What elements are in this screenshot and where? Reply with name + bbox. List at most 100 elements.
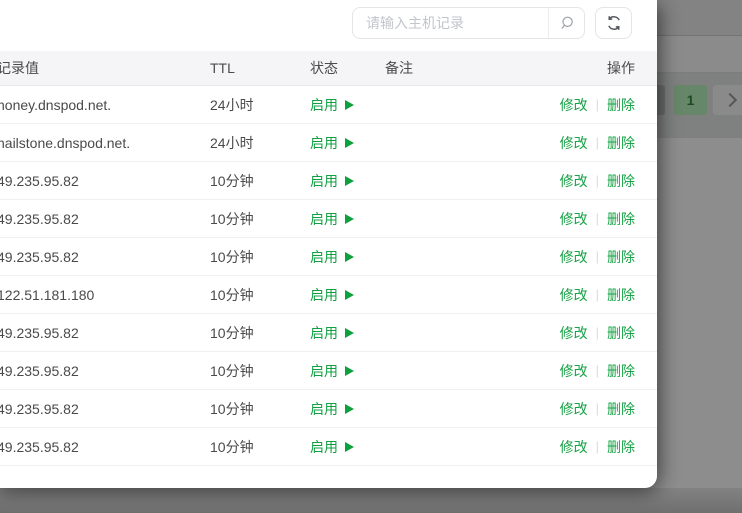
modify-link[interactable]: 修改 bbox=[560, 437, 588, 457]
column-header-ttl: TTL bbox=[210, 60, 235, 76]
actions-cell: 修改 | 删除 bbox=[517, 171, 657, 191]
status-cell[interactable]: 启用 bbox=[310, 361, 385, 381]
table-header-row: 记录值 TTL 状态 备注 操作 bbox=[0, 51, 657, 86]
enabled-play-icon bbox=[345, 327, 354, 338]
actions-cell: 修改 | 删除 bbox=[517, 323, 657, 343]
status-enabled-label: 启用 bbox=[310, 438, 338, 455]
table-row: hailstone.dnspod.net. 24小时 启用 修改 | 删除 bbox=[0, 124, 657, 162]
column-header-actions: 操作 bbox=[607, 60, 635, 76]
column-header-status: 状态 bbox=[310, 60, 338, 76]
table-row: 49.235.95.82 10分钟 启用 修改 | 删除 bbox=[0, 238, 657, 276]
modify-link[interactable]: 修改 bbox=[560, 171, 588, 191]
actions-cell: 修改 | 删除 bbox=[517, 247, 657, 267]
search-input[interactable] bbox=[353, 8, 548, 38]
record-value-cell: 49.235.95.82 bbox=[0, 210, 79, 227]
action-separator: | bbox=[595, 287, 599, 302]
delete-link[interactable]: 删除 bbox=[607, 95, 635, 115]
chevron-right-icon bbox=[722, 92, 737, 108]
refresh-icon bbox=[607, 16, 620, 30]
background-band bbox=[0, 488, 742, 513]
modify-link[interactable]: 修改 bbox=[560, 361, 588, 381]
actions-cell: 修改 | 删除 bbox=[517, 209, 657, 229]
status-cell[interactable]: 启用 bbox=[310, 133, 385, 153]
records-toolbar bbox=[0, 0, 657, 51]
search-button[interactable] bbox=[548, 8, 584, 38]
actions-cell: 修改 | 删除 bbox=[517, 361, 657, 381]
action-separator: | bbox=[595, 97, 599, 112]
ttl-cell: 10分钟 bbox=[210, 362, 254, 379]
status-cell[interactable]: 启用 bbox=[310, 437, 385, 457]
status-enabled-label: 启用 bbox=[310, 134, 338, 151]
records-table-body: honey.dnspod.net. 24小时 启用 修改 | 删除 hailst… bbox=[0, 86, 657, 466]
ttl-cell: 10分钟 bbox=[210, 286, 254, 303]
record-value-cell: 49.235.95.82 bbox=[0, 438, 79, 455]
enabled-play-icon bbox=[345, 99, 354, 110]
table-row: 122.51.181.180 10分钟 启用 修改 | 删除 bbox=[0, 276, 657, 314]
host-record-searchbox bbox=[352, 7, 585, 39]
delete-link[interactable]: 删除 bbox=[607, 399, 635, 419]
delete-link[interactable]: 删除 bbox=[607, 209, 635, 229]
action-separator: | bbox=[595, 249, 599, 264]
enabled-play-icon bbox=[345, 441, 354, 452]
delete-link[interactable]: 删除 bbox=[607, 171, 635, 191]
ttl-cell: 10分钟 bbox=[210, 438, 254, 455]
column-header-remark: 备注 bbox=[385, 60, 413, 76]
modify-link[interactable]: 修改 bbox=[560, 285, 588, 305]
actions-cell: 修改 | 删除 bbox=[517, 133, 657, 153]
action-separator: | bbox=[595, 401, 599, 416]
modify-link[interactable]: 修改 bbox=[560, 95, 588, 115]
status-enabled-label: 启用 bbox=[310, 362, 338, 379]
table-row: 49.235.95.82 10分钟 启用 修改 | 删除 bbox=[0, 390, 657, 428]
record-value-cell: 49.235.95.82 bbox=[0, 400, 79, 417]
status-cell[interactable]: 启用 bbox=[310, 323, 385, 343]
search-icon bbox=[560, 16, 573, 29]
record-value-cell: 49.235.95.82 bbox=[0, 362, 79, 379]
modify-link[interactable]: 修改 bbox=[560, 399, 588, 419]
action-separator: | bbox=[595, 439, 599, 454]
enabled-play-icon bbox=[345, 289, 354, 300]
action-separator: | bbox=[595, 135, 599, 150]
action-separator: | bbox=[595, 363, 599, 378]
status-enabled-label: 启用 bbox=[310, 96, 338, 113]
status-enabled-label: 启用 bbox=[310, 400, 338, 417]
ttl-cell: 10分钟 bbox=[210, 172, 254, 189]
delete-link[interactable]: 删除 bbox=[607, 437, 635, 457]
delete-link[interactable]: 删除 bbox=[607, 361, 635, 381]
table-row: 49.235.95.82 10分钟 启用 修改 | 删除 bbox=[0, 162, 657, 200]
status-enabled-label: 启用 bbox=[310, 248, 338, 265]
pagination-next-button[interactable] bbox=[713, 85, 742, 115]
status-enabled-label: 启用 bbox=[310, 286, 338, 303]
table-row: 49.235.95.82 10分钟 启用 修改 | 删除 bbox=[0, 428, 657, 466]
actions-cell: 修改 | 删除 bbox=[517, 95, 657, 115]
delete-link[interactable]: 删除 bbox=[607, 323, 635, 343]
status-cell[interactable]: 启用 bbox=[310, 95, 385, 115]
pagination-page-1[interactable]: 1 bbox=[674, 85, 707, 115]
enabled-play-icon bbox=[345, 251, 354, 262]
modify-link[interactable]: 修改 bbox=[560, 133, 588, 153]
table-row: 49.235.95.82 10分钟 启用 修改 | 删除 bbox=[0, 352, 657, 390]
delete-link[interactable]: 删除 bbox=[607, 133, 635, 153]
status-cell[interactable]: 启用 bbox=[310, 209, 385, 229]
refresh-button[interactable] bbox=[595, 7, 632, 39]
record-value-cell: 49.235.95.82 bbox=[0, 324, 79, 341]
modify-link[interactable]: 修改 bbox=[560, 247, 588, 267]
status-cell[interactable]: 启用 bbox=[310, 171, 385, 191]
status-cell[interactable]: 启用 bbox=[310, 285, 385, 305]
action-separator: | bbox=[595, 211, 599, 226]
ttl-cell: 10分钟 bbox=[210, 400, 254, 417]
record-value-cell: 49.235.95.82 bbox=[0, 172, 79, 189]
enabled-play-icon bbox=[345, 365, 354, 376]
table-row: honey.dnspod.net. 24小时 启用 修改 | 删除 bbox=[0, 86, 657, 124]
status-cell[interactable]: 启用 bbox=[310, 247, 385, 267]
status-enabled-label: 启用 bbox=[310, 324, 338, 341]
modify-link[interactable]: 修改 bbox=[560, 209, 588, 229]
delete-link[interactable]: 删除 bbox=[607, 247, 635, 267]
delete-link[interactable]: 删除 bbox=[607, 285, 635, 305]
ttl-cell: 10分钟 bbox=[210, 248, 254, 265]
actions-cell: 修改 | 删除 bbox=[517, 285, 657, 305]
actions-cell: 修改 | 删除 bbox=[517, 437, 657, 457]
status-cell[interactable]: 启用 bbox=[310, 399, 385, 419]
action-separator: | bbox=[595, 325, 599, 340]
modify-link[interactable]: 修改 bbox=[560, 323, 588, 343]
action-separator: | bbox=[595, 173, 599, 188]
